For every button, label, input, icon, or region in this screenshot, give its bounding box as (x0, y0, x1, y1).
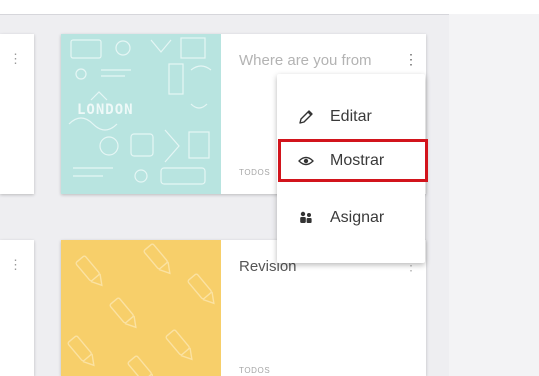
menu-item-editar[interactable]: Editar (277, 97, 425, 137)
card-left-top[interactable]: ⋮ (0, 34, 34, 194)
right-rail (449, 14, 539, 376)
card-tag: TODOS (239, 366, 271, 375)
card-options-menu: Editar Mostrar Asignar (277, 74, 428, 263)
assign-icon (298, 210, 314, 226)
card-cover-image: LONDON (61, 34, 221, 194)
card-tag: TODOS (239, 168, 271, 177)
menu-item-label: Editar (330, 108, 372, 125)
menu-item-asignar[interactable]: Asignar (277, 198, 425, 238)
menu-item-label: Asignar (330, 209, 385, 226)
card-title: Where are you from (239, 52, 372, 69)
more-options-icon[interactable]: ⋮ (9, 52, 22, 65)
card-cover-image (61, 240, 221, 376)
top-bar (0, 0, 539, 15)
pencil-icon (298, 109, 314, 125)
more-options-icon[interactable]: ⋮ (404, 50, 418, 68)
eye-icon (298, 153, 314, 169)
cover-text-london: LONDON (77, 102, 134, 118)
card-left-bottom[interactable]: ⋮ (0, 240, 34, 376)
menu-item-label: Mostrar (330, 151, 385, 169)
more-options-icon[interactable]: ⋮ (9, 258, 22, 271)
menu-item-mostrar[interactable]: Mostrar (278, 139, 428, 182)
